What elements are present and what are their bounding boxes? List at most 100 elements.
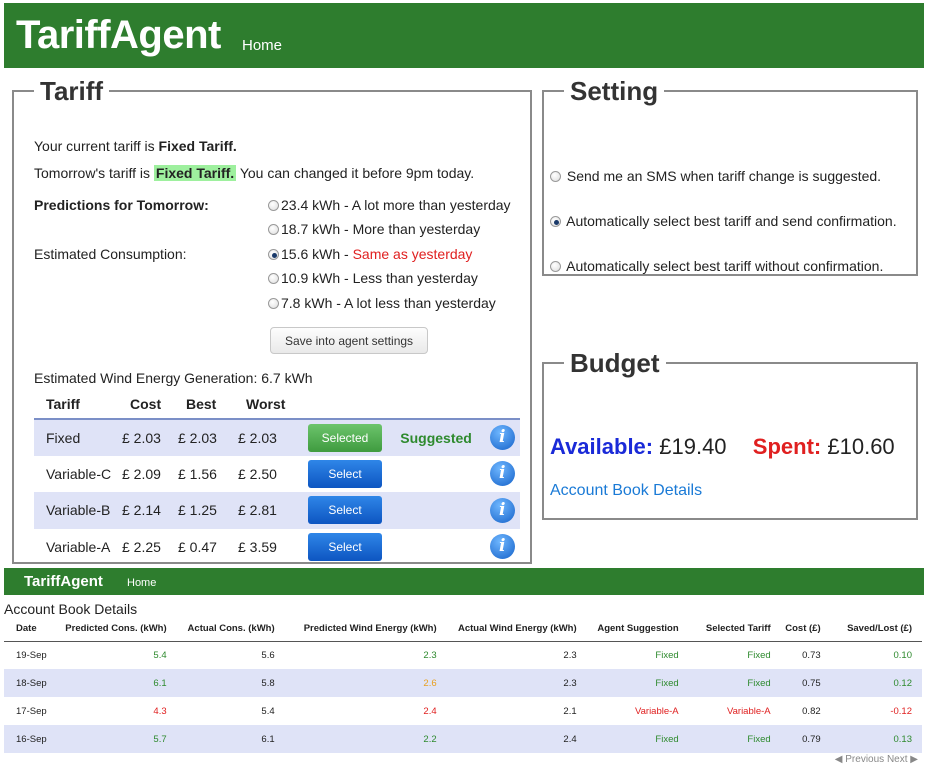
budget-summary: Available: £19.40 Spent: £10.60 <box>550 434 895 460</box>
tomorrow-tariff-suffix: You can changed it before 9pm today. <box>236 165 475 181</box>
row-predicted-wind: 2.4 <box>423 705 437 717</box>
col-date: Date <box>4 617 49 642</box>
table-row: 18-Sep 6.1 5.8 2.6 2.3 Fixed Fixed 0.75 … <box>4 669 922 697</box>
info-icon[interactable]: i <box>489 425 515 451</box>
save-agent-settings-button[interactable]: Save into agent settings <box>270 327 428 354</box>
account-book-title: Account Book Details <box>4 601 138 617</box>
secondary-navbar: TariffAgent Home <box>4 568 924 595</box>
account-book-link[interactable]: Account Book Details <box>550 482 702 500</box>
radio-icon[interactable] <box>550 261 561 272</box>
tariff-table: Tariff Cost Best Worst Fixed £ 2.03 £ 2.… <box>34 392 520 565</box>
tariff-status <box>396 492 486 529</box>
row-agent-suggestion: Variable-A <box>634 705 679 717</box>
tariff-best: £ 1.56 <box>178 465 217 482</box>
info-icon[interactable]: i <box>489 461 515 487</box>
row-actual-cons: 5.6 <box>261 649 275 661</box>
col-agent-suggestion: Agent Suggestion <box>578 617 681 642</box>
radio-icon[interactable] <box>268 200 279 211</box>
next-page-link[interactable]: Next ▶ <box>887 754 918 765</box>
consumption-option-2[interactable]: 18.7 kWh - More than yesterday <box>268 221 480 237</box>
brand-logo[interactable]: TariffAgent <box>16 13 221 58</box>
info-icon[interactable]: i <box>489 497 515 523</box>
nav-home-link[interactable]: Home <box>242 37 282 54</box>
current-tariff-value: Fixed Tariff. <box>158 138 237 154</box>
col-worst: Worst <box>234 392 304 420</box>
tariff-table-header: Tariff Cost Best Worst <box>34 392 520 420</box>
setting-option-sms[interactable]: Send me an SMS when tariff change is sug… <box>550 168 881 184</box>
tariff-info-cell: i <box>486 456 520 493</box>
select-button[interactable]: Select <box>308 496 382 525</box>
spent-label: Spent: <box>752 434 822 459</box>
row-cost: 0.73 <box>802 649 821 661</box>
tariff-row-fixed: Fixed £ 2.03 £ 2.03 £ 2.03 Selected Sugg… <box>34 419 520 456</box>
row-actual-wind: 2.3 <box>563 649 577 661</box>
setting-option-label: Automatically select best tariff and sen… <box>566 213 897 229</box>
consumption-option-label: 7.8 kWh - A lot less than yesterday <box>281 295 496 311</box>
brand-logo-small[interactable]: TariffAgent <box>24 573 103 590</box>
budget-legend: Budget <box>570 348 660 378</box>
tariff-action-cell: Select <box>304 456 396 493</box>
col-tariff: Tariff <box>34 392 118 420</box>
radio-icon[interactable] <box>268 273 279 284</box>
tomorrow-tariff-value: Fixed Tariff. <box>153 165 237 181</box>
row-agent-suggestion: Fixed <box>578 669 681 697</box>
row-predicted-wind: 2.6 <box>276 669 439 697</box>
consumption-option-4[interactable]: 10.9 kWh - Less than yesterday <box>268 270 478 286</box>
row-predicted-wind: 2.3 <box>423 649 437 661</box>
account-book-header: Date Predicted Cons. (kWh) Actual Cons. … <box>4 617 922 642</box>
tariff-status <box>396 456 485 493</box>
tariff-best: £ 1.25 <box>174 492 234 529</box>
col-actual-cons: Actual Cons. (kWh) <box>168 617 277 642</box>
radio-icon[interactable] <box>268 224 279 235</box>
tariff-status <box>396 529 485 566</box>
table-row: 17-Sep 4.3 5.4 2.4 2.1 Variable-A Variab… <box>4 697 922 725</box>
row-actual-cons: 5.4 <box>261 705 275 717</box>
row-selected-tariff: Fixed <box>680 725 773 753</box>
tariff-action-cell: Select <box>304 492 397 529</box>
tariff-info-cell: i <box>485 492 520 529</box>
row-predicted-cons: 5.7 <box>48 725 169 753</box>
row-saved-lost: 0.13 <box>822 725 922 753</box>
select-button[interactable]: Select <box>308 532 382 561</box>
row-saved-lost: 0.12 <box>822 669 922 697</box>
setting-option-auto-confirm[interactable]: Automatically select best tariff and sen… <box>550 213 897 229</box>
radio-selected-icon[interactable] <box>268 249 279 260</box>
selected-button[interactable]: Selected <box>308 423 382 452</box>
setting-option-auto-no-confirm[interactable]: Automatically select best tariff without… <box>550 258 883 274</box>
tariff-name: Variable-C <box>46 465 112 482</box>
col-predicted-wind: Predicted Wind Energy (kWh) <box>276 617 439 642</box>
row-date: 17-Sep <box>16 705 47 717</box>
row-saved-lost: 0.10 <box>893 649 913 661</box>
radio-icon[interactable] <box>268 298 279 309</box>
row-actual-wind: 2.1 <box>563 705 577 717</box>
tariff-row-variable-b: Variable-B £ 2.14 £ 1.25 £ 2.81 Select i <box>34 492 520 529</box>
row-actual-wind: 2.4 <box>438 725 579 753</box>
consumption-option-1[interactable]: 23.4 kWh - A lot more than yesterday <box>268 197 511 213</box>
nav-home-link-small[interactable]: Home <box>127 577 156 589</box>
previous-page-link[interactable]: ◀ Previous <box>835 754 884 765</box>
col-selected-tariff: Selected Tariff <box>680 617 773 642</box>
row-selected-tariff: Variable-A <box>726 705 771 717</box>
tariff-info-cell: i <box>486 529 520 566</box>
previous-label: Previous <box>845 754 885 765</box>
row-actual-cons: 6.1 <box>168 725 277 753</box>
wind-generation-label: Estimated Wind Energy Generation: <box>34 370 262 386</box>
tariff-cost: £ 2.09 <box>122 465 161 482</box>
info-icon[interactable]: i <box>489 534 515 560</box>
radio-icon[interactable] <box>550 171 561 182</box>
row-predicted-cons: 5.4 <box>153 649 167 661</box>
consumption-option-5[interactable]: 7.8 kWh - A lot less than yesterday <box>268 295 496 311</box>
row-date: 18-Sep <box>4 669 49 697</box>
tariff-row-variable-a: Variable-A £ 2.25 £ 0.47 £ 3.59 Select i <box>34 529 520 566</box>
radio-selected-icon[interactable] <box>550 216 561 227</box>
tariff-name: Variable-A <box>46 538 111 555</box>
row-actual-wind: 2.3 <box>438 669 579 697</box>
row-cost: 0.75 <box>772 669 823 697</box>
tariff-name: Fixed <box>34 419 118 456</box>
budget-panel: Budget Available: £19.40 Spent: £10.60 A… <box>542 350 918 520</box>
select-button[interactable]: Select <box>308 459 382 488</box>
consumption-option-3[interactable]: 15.6 kWh - Same as yesterday <box>268 246 472 262</box>
tariff-action-cell: Select <box>304 529 396 566</box>
table-row: 16-Sep 5.7 6.1 2.2 2.4 Fixed Fixed 0.79 … <box>4 725 922 753</box>
tariff-best: £ 2.03 <box>174 419 234 456</box>
